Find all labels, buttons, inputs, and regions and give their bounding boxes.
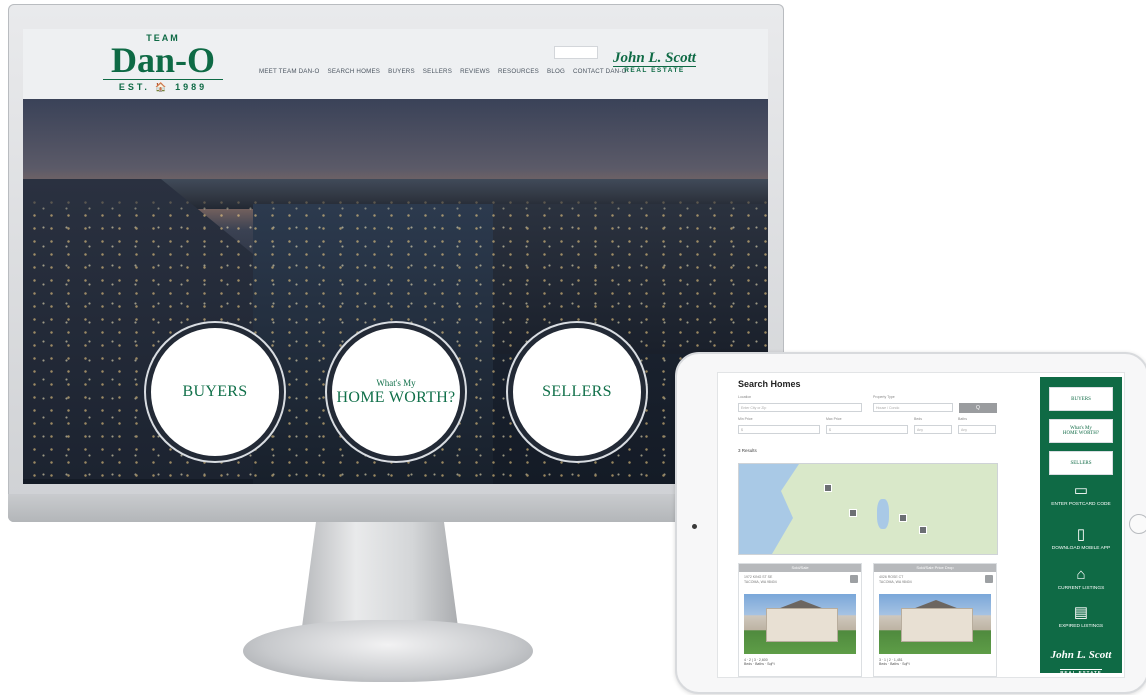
main-nav: MEET TEAM DAN-O SEARCH HOMES BUYERS SELL… <box>259 68 627 75</box>
monitor-chin <box>8 494 784 522</box>
map-pin[interactable] <box>824 484 832 492</box>
search-homes-panel: Search Homes Location Enter City or Zip … <box>728 375 998 677</box>
sale-sign-icon: ▤ <box>1073 604 1089 621</box>
sidebar-postcard-item[interactable]: ▭ ENTER POSTCARD CODE <box>1040 483 1122 508</box>
listing-card[interactable]: Sold/Sale 1972 KING ST SE TACOMA, WA 984… <box>738 563 862 677</box>
property-type-label: Property Type <box>873 395 895 399</box>
map-pin[interactable] <box>849 509 857 517</box>
beds-label: Beds <box>914 417 922 421</box>
house-body <box>901 608 973 642</box>
baths-select[interactable]: Any <box>958 425 996 434</box>
mobile-phone-icon: ▯ <box>1076 526 1086 543</box>
listing-stats: 3 · 1 | 2 · 1,451 Beds · Baths · SqFt <box>879 658 910 666</box>
nav-blog[interactable]: BLOG <box>547 68 565 75</box>
sidebar-current-listings-item[interactable]: ⌂ CURRENT LISTINGS <box>1040 567 1122 592</box>
sidebar-home-worth-big: HOME WORTH? <box>1062 431 1100 436</box>
monitor-stand-base <box>243 620 533 682</box>
header-search-input[interactable] <box>554 46 598 59</box>
map-pin[interactable] <box>899 514 907 522</box>
listing-photo[interactable] <box>879 594 991 654</box>
logo-est-text: EST. 🏠 1989 <box>103 79 223 93</box>
location-label: Location <box>738 395 752 399</box>
sidebar-current-listings-label: CURRENT LISTINGS <box>1057 586 1105 591</box>
hero-image: BUYERS What's My HOME WORTH? SELLERS <box>23 99 768 484</box>
nav-reviews[interactable]: REVIEWS <box>460 68 490 75</box>
sidebar-postcard-label: ENTER POSTCARD CODE <box>1051 502 1111 507</box>
hero-home-worth-big: HOME WORTH? <box>336 388 456 406</box>
favorite-icon[interactable] <box>985 575 993 583</box>
beds-select[interactable]: Any <box>914 425 952 434</box>
tablet-frame: Search Homes Location Enter City or Zip … <box>675 352 1146 694</box>
brokerage-name: John L. Scott <box>613 50 696 66</box>
min-price-input[interactable]: $ <box>738 425 820 434</box>
baths-label: Baths <box>958 417 967 421</box>
logo-name-text: Dan-O <box>110 40 215 80</box>
favorite-icon[interactable] <box>850 575 858 583</box>
listing-card-header: Sold/Sale <box>739 564 861 572</box>
sidebar-brokerage-logo[interactable]: John L. Scott REAL ESTATE <box>1040 649 1122 677</box>
site-header: TEAM Dan-O EST. 🏠 1989 MEET TEAM DAN-O S… <box>23 29 768 99</box>
sidebar-expired-listings-item[interactable]: ▤ EXPIRED LISTINGS <box>1040 605 1122 630</box>
tablet-sidebar: BUYERS What's My HOME WORTH? SELLERS ▭ E… <box>1040 377 1122 675</box>
nav-sellers[interactable]: SELLERS <box>423 68 452 75</box>
monitor-screen: TEAM Dan-O EST. 🏠 1989 MEET TEAM DAN-O S… <box>23 29 768 484</box>
tablet-screen: Search Homes Location Enter City or Zip … <box>717 372 1125 678</box>
map-pin[interactable] <box>919 526 927 534</box>
results-count: 3 Results <box>738 448 757 453</box>
listing-address: 4026 ROSE CT TACOMA, WA 98404 <box>879 575 912 584</box>
search-homes-title: Search Homes <box>738 379 801 389</box>
listing-card[interactable]: Sold/Sale Price Drop 4026 ROSE CT TACOMA… <box>873 563 997 677</box>
postcard-icon: ▭ <box>1073 482 1089 499</box>
search-button[interactable]: Q <box>959 403 997 413</box>
nav-search-homes[interactable]: SEARCH HOMES <box>328 68 381 75</box>
tablet-camera <box>692 524 697 529</box>
listing-address: 1972 KING ST SE TACOMA, WA 98404 <box>744 575 777 584</box>
results-map[interactable] <box>738 463 998 555</box>
location-input[interactable]: Enter City or Zip <box>738 403 862 412</box>
brokerage-sub: REAL ESTATE <box>613 66 696 74</box>
sidebar-buyers-label: BUYERS <box>1071 396 1091 402</box>
hero-home-worth-button[interactable]: What's My HOME WORTH? <box>327 323 465 461</box>
house-body <box>766 608 838 642</box>
sidebar-mobile-app-item[interactable]: ▯ DOWNLOAD MOBILE APP <box>1040 527 1122 552</box>
house-icon: ⌂ <box>1076 566 1086 583</box>
team-dan-o-logo[interactable]: TEAM Dan-O EST. 🏠 1989 <box>103 33 223 95</box>
sidebar-buyers-button[interactable]: BUYERS <box>1049 387 1113 411</box>
min-price-label: Min Price <box>738 417 753 421</box>
map-water <box>739 464 799 554</box>
hero-home-worth-small: What's My <box>376 377 416 388</box>
john-l-scott-logo[interactable]: John L. Scott REAL ESTATE <box>613 51 696 74</box>
nav-meet-team[interactable]: MEET TEAM DAN-O <box>259 68 320 75</box>
hero-sellers-button[interactable]: SELLERS <box>508 323 646 461</box>
hero-sellers-label: SELLERS <box>542 383 612 400</box>
tablet-home-button[interactable] <box>1129 514 1146 534</box>
sidebar-home-worth-button[interactable]: What's My HOME WORTH? <box>1049 419 1113 443</box>
nav-resources[interactable]: RESOURCES <box>498 68 539 75</box>
sidebar-sellers-button[interactable]: SELLERS <box>1049 451 1113 475</box>
sidebar-sellers-label: SELLERS <box>1070 460 1092 466</box>
listing-card-header: Sold/Sale Price Drop <box>874 564 996 572</box>
max-price-label: Max Price <box>826 417 842 421</box>
map-lake <box>877 499 889 529</box>
nav-buyers[interactable]: BUYERS <box>388 68 415 75</box>
listing-stats: 4 · 2 | 3 · 2,600 Beds · Baths · SqFt <box>744 658 775 666</box>
sidebar-brokerage-sub: REAL ESTATE <box>1060 669 1102 675</box>
sidebar-brokerage-name: John L. Scott <box>1050 649 1112 661</box>
listing-photo[interactable] <box>744 594 856 654</box>
max-price-input[interactable]: $ <box>826 425 908 434</box>
hero-buyers-label: BUYERS <box>182 383 248 400</box>
sidebar-expired-listings-label: EXPIRED LISTINGS <box>1058 624 1104 629</box>
sidebar-mobile-app-label: DOWNLOAD MOBILE APP <box>1051 546 1111 551</box>
hero-buyers-button[interactable]: BUYERS <box>146 323 284 461</box>
property-type-select[interactable]: House / Condo <box>873 403 953 412</box>
hero-port-right <box>493 204 768 354</box>
